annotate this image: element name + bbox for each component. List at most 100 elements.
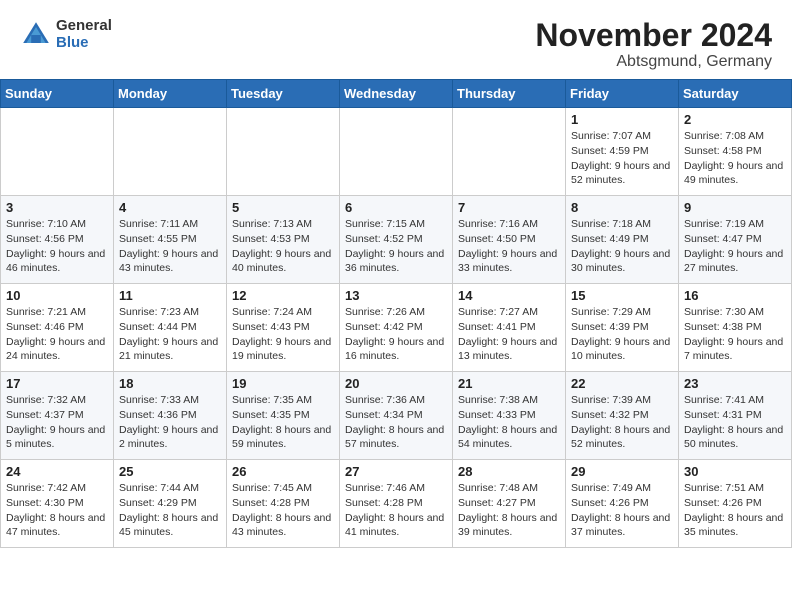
- day-number: 2: [684, 112, 786, 127]
- day-info: Sunrise: 7:41 AM Sunset: 4:31 PM Dayligh…: [684, 393, 786, 452]
- day-header-wednesday: Wednesday: [340, 80, 453, 108]
- calendar-cell: [453, 108, 566, 196]
- day-number: 1: [571, 112, 673, 127]
- calendar-cell: 23 Sunrise: 7:41 AM Sunset: 4:31 PM Dayli…: [679, 372, 792, 460]
- calendar-cell: 30Sunrise: 7:51 AM Sunset: 4:26 PM Dayli…: [679, 460, 792, 548]
- calendar-cell: 1 Sunrise: 7:07 AM Sunset: 4:59 PM Daylig…: [566, 108, 679, 196]
- calendar-cell: 18 Sunrise: 7:33 AM Sunset: 4:36 PM Dayli…: [114, 372, 227, 460]
- day-info: Sunrise: 7:39 AM Sunset: 4:32 PM Dayligh…: [571, 393, 673, 452]
- calendar-header: SundayMondayTuesdayWednesdayThursdayFrid…: [1, 80, 792, 108]
- day-info: Sunrise: 7:27 AM Sunset: 4:41 PM Dayligh…: [458, 305, 560, 364]
- day-info: Sunrise: 7:38 AM Sunset: 4:33 PM Dayligh…: [458, 393, 560, 452]
- calendar-week-2: 10 Sunrise: 7:21 AM Sunset: 4:46 PM Dayli…: [1, 284, 792, 372]
- day-info: Sunrise: 7:30 AM Sunset: 4:38 PM Dayligh…: [684, 305, 786, 364]
- page-header: General Blue November 2024 Abtsgmund, Ge…: [0, 0, 792, 79]
- calendar-cell: 8Sunrise: 7:18 AM Sunset: 4:49 PM Daylig…: [566, 196, 679, 284]
- day-info: Sunrise: 7:29 AM Sunset: 4:39 PM Dayligh…: [571, 305, 673, 364]
- day-number: 18: [119, 376, 221, 391]
- calendar-cell: 17Sunrise: 7:32 AM Sunset: 4:37 PM Dayli…: [1, 372, 114, 460]
- day-number: 26: [232, 464, 334, 479]
- calendar-cell: 10 Sunrise: 7:21 AM Sunset: 4:46 PM Dayli…: [1, 284, 114, 372]
- page-title: November 2024: [535, 18, 772, 53]
- calendar-cell: 26 Sunrise: 7:45 AM Sunset: 4:28 PM Dayli…: [227, 460, 340, 548]
- calendar-cell: [114, 108, 227, 196]
- calendar-cell: 16 Sunrise: 7:30 AM Sunset: 4:38 PM Dayli…: [679, 284, 792, 372]
- day-number: 25: [119, 464, 221, 479]
- day-info: Sunrise: 7:48 AM Sunset: 4:27 PM Dayligh…: [458, 481, 560, 540]
- logo-general-text: General: [56, 18, 112, 35]
- day-number: 11: [119, 288, 221, 303]
- logo-icon: [20, 19, 52, 51]
- calendar-cell: 29Sunrise: 7:49 AM Sunset: 4:26 PM Dayli…: [566, 460, 679, 548]
- calendar-table: SundayMondayTuesdayWednesdayThursdayFrid…: [0, 79, 792, 548]
- day-info: Sunrise: 7:33 AM Sunset: 4:36 PM Dayligh…: [119, 393, 221, 452]
- calendar-cell: 21 Sunrise: 7:38 AM Sunset: 4:33 PM Dayli…: [453, 372, 566, 460]
- calendar-week-0: 1 Sunrise: 7:07 AM Sunset: 4:59 PM Daylig…: [1, 108, 792, 196]
- calendar-cell: 28 Sunrise: 7:48 AM Sunset: 4:27 PM Dayli…: [453, 460, 566, 548]
- day-info: Sunrise: 7:15 AM Sunset: 4:52 PM Dayligh…: [345, 217, 447, 276]
- day-info: Sunrise: 7:44 AM Sunset: 4:29 PM Dayligh…: [119, 481, 221, 540]
- day-number: 17: [6, 376, 108, 391]
- day-number: 27: [345, 464, 447, 479]
- calendar-cell: 15 Sunrise: 7:29 AM Sunset: 4:39 PM Dayli…: [566, 284, 679, 372]
- day-info: Sunrise: 7:21 AM Sunset: 4:46 PM Dayligh…: [6, 305, 108, 364]
- calendar-cell: [1, 108, 114, 196]
- calendar-cell: 3 Sunrise: 7:10 AM Sunset: 4:56 PM Daylig…: [1, 196, 114, 284]
- calendar-cell: 4 Sunrise: 7:11 AM Sunset: 4:55 PM Daylig…: [114, 196, 227, 284]
- day-number: 23: [684, 376, 786, 391]
- calendar-cell: 11 Sunrise: 7:23 AM Sunset: 4:44 PM Dayli…: [114, 284, 227, 372]
- calendar-cell: 7Sunrise: 7:16 AM Sunset: 4:50 PM Daylig…: [453, 196, 566, 284]
- day-number: 8: [571, 200, 673, 215]
- day-number: 10: [6, 288, 108, 303]
- day-number: 19: [232, 376, 334, 391]
- calendar-week-4: 24 Sunrise: 7:42 AM Sunset: 4:30 PM Dayli…: [1, 460, 792, 548]
- calendar-week-3: 17Sunrise: 7:32 AM Sunset: 4:37 PM Dayli…: [1, 372, 792, 460]
- calendar-cell: 14 Sunrise: 7:27 AM Sunset: 4:41 PM Dayli…: [453, 284, 566, 372]
- day-info: Sunrise: 7:26 AM Sunset: 4:42 PM Dayligh…: [345, 305, 447, 364]
- day-info: Sunrise: 7:42 AM Sunset: 4:30 PM Dayligh…: [6, 481, 108, 540]
- day-info: Sunrise: 7:45 AM Sunset: 4:28 PM Dayligh…: [232, 481, 334, 540]
- logo: General Blue: [20, 18, 112, 51]
- logo-text: General Blue: [56, 18, 112, 51]
- calendar-cell: [227, 108, 340, 196]
- day-info: Sunrise: 7:07 AM Sunset: 4:59 PM Dayligh…: [571, 129, 673, 188]
- calendar-cell: 12Sunrise: 7:24 AM Sunset: 4:43 PM Dayli…: [227, 284, 340, 372]
- day-number: 14: [458, 288, 560, 303]
- day-number: 4: [119, 200, 221, 215]
- day-info: Sunrise: 7:36 AM Sunset: 4:34 PM Dayligh…: [345, 393, 447, 452]
- day-number: 9: [684, 200, 786, 215]
- day-number: 22: [571, 376, 673, 391]
- calendar-body: 1 Sunrise: 7:07 AM Sunset: 4:59 PM Daylig…: [1, 108, 792, 548]
- day-header-tuesday: Tuesday: [227, 80, 340, 108]
- calendar-cell: [340, 108, 453, 196]
- day-header-saturday: Saturday: [679, 80, 792, 108]
- day-number: 6: [345, 200, 447, 215]
- day-number: 20: [345, 376, 447, 391]
- day-info: Sunrise: 7:11 AM Sunset: 4:55 PM Dayligh…: [119, 217, 221, 276]
- day-number: 29: [571, 464, 673, 479]
- day-info: Sunrise: 7:13 AM Sunset: 4:53 PM Dayligh…: [232, 217, 334, 276]
- day-header-sunday: Sunday: [1, 80, 114, 108]
- day-number: 13: [345, 288, 447, 303]
- page-subtitle: Abtsgmund, Germany: [535, 53, 772, 71]
- calendar-cell: 13 Sunrise: 7:26 AM Sunset: 4:42 PM Dayli…: [340, 284, 453, 372]
- calendar-cell: 20 Sunrise: 7:36 AM Sunset: 4:34 PM Dayli…: [340, 372, 453, 460]
- day-number: 5: [232, 200, 334, 215]
- calendar-cell: 5 Sunrise: 7:13 AM Sunset: 4:53 PM Daylig…: [227, 196, 340, 284]
- day-number: 3: [6, 200, 108, 215]
- day-info: Sunrise: 7:23 AM Sunset: 4:44 PM Dayligh…: [119, 305, 221, 364]
- day-number: 21: [458, 376, 560, 391]
- day-number: 16: [684, 288, 786, 303]
- day-info: Sunrise: 7:35 AM Sunset: 4:35 PM Dayligh…: [232, 393, 334, 452]
- calendar-cell: 6 Sunrise: 7:15 AM Sunset: 4:52 PM Daylig…: [340, 196, 453, 284]
- calendar-cell: 24 Sunrise: 7:42 AM Sunset: 4:30 PM Dayli…: [1, 460, 114, 548]
- logo-blue-text: Blue: [56, 35, 112, 52]
- calendar-cell: 19 Sunrise: 7:35 AM Sunset: 4:35 PM Dayli…: [227, 372, 340, 460]
- day-number: 15: [571, 288, 673, 303]
- day-number: 24: [6, 464, 108, 479]
- day-number: 28: [458, 464, 560, 479]
- calendar-week-1: 3 Sunrise: 7:10 AM Sunset: 4:56 PM Daylig…: [1, 196, 792, 284]
- calendar-cell: 27Sunrise: 7:46 AM Sunset: 4:28 PM Dayli…: [340, 460, 453, 548]
- day-header-friday: Friday: [566, 80, 679, 108]
- day-info: Sunrise: 7:10 AM Sunset: 4:56 PM Dayligh…: [6, 217, 108, 276]
